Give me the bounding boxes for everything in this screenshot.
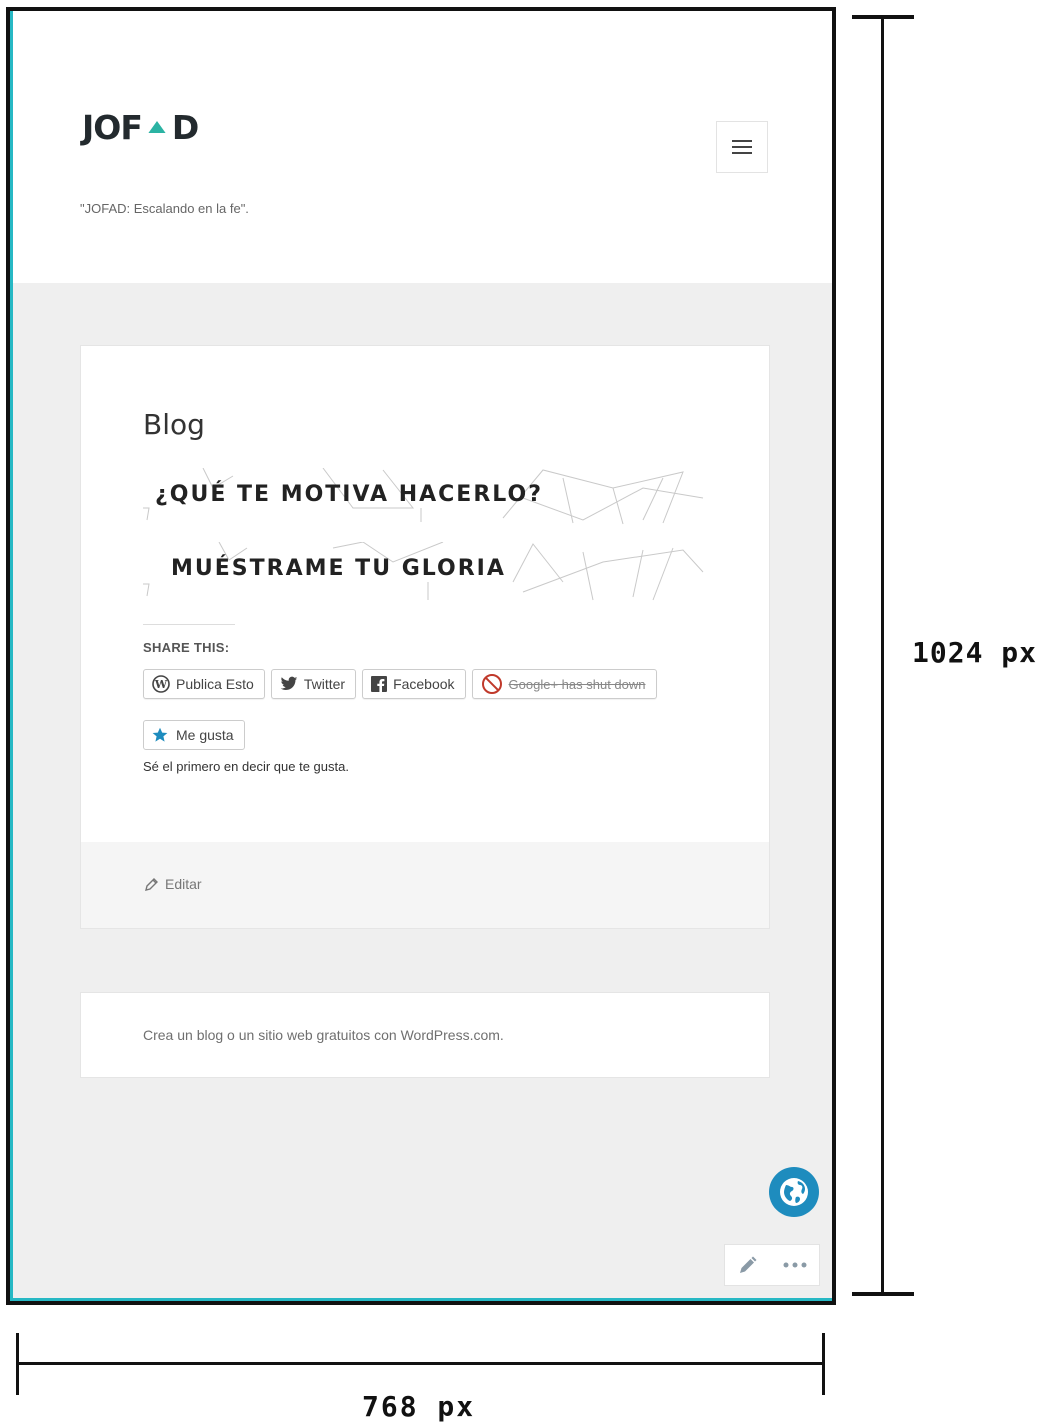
width-dimension-line	[16, 1362, 824, 1365]
pencil-icon	[145, 878, 158, 891]
post-card: Blog ¿QUÉ TE MOTIVA HACERLO? MUÉSTRAME T…	[80, 345, 770, 929]
edit-link[interactable]: Editar	[145, 876, 202, 892]
wordpress-credit-link[interactable]: Crea un blog o un sitio web gratuitos co…	[143, 1027, 504, 1043]
facebook-icon	[371, 676, 388, 692]
hamburger-menu-icon	[732, 140, 752, 154]
like-button[interactable]: Me gusta	[143, 720, 245, 750]
logo-triangle-icon	[144, 112, 170, 142]
motto-banner: ¿QUÉ TE MOTIVA HACERLO?	[143, 468, 713, 530]
height-dimension-line	[881, 17, 884, 1296]
height-dimension-bottom-cap	[852, 1292, 914, 1296]
logo-text-right: D	[171, 107, 199, 147]
svg-text:W: W	[154, 678, 168, 691]
star-icon	[152, 727, 168, 742]
twitter-icon	[280, 676, 298, 690]
floating-action-bar	[724, 1244, 820, 1286]
share-button-label: Facebook	[393, 676, 455, 692]
height-dimension-label: 1024 px	[912, 636, 1038, 669]
share-wordpress-button[interactable]: W Publica Esto	[143, 669, 265, 699]
menu-toggle-button[interactable]	[716, 121, 768, 173]
site-info: Crea un blog o un sitio web gratuitos co…	[80, 992, 770, 1078]
like-note: Sé el primero en decir que te gusta.	[143, 759, 349, 774]
ellipsis-icon[interactable]	[783, 1262, 807, 1268]
globe-icon	[780, 1178, 808, 1206]
site-header: JOF D "JOFAD: Escalando en la fe".	[10, 11, 832, 283]
banner-text: MUÉSTRAME TU GLORIA	[171, 556, 506, 581]
globe-button[interactable]	[769, 1167, 819, 1217]
share-twitter-button[interactable]: Twitter	[270, 669, 357, 699]
share-button-label: Publica Esto	[176, 676, 254, 692]
share-buttons: W Publica Esto Twitter Facebook Google+ …	[143, 669, 657, 699]
motto-banner: MUÉSTRAME TU GLORIA	[143, 542, 713, 604]
prohibited-icon	[481, 674, 502, 694]
width-dimension-label: 768 px	[362, 1390, 476, 1423]
post-footer: Editar	[81, 842, 769, 928]
like-button-label: Me gusta	[176, 727, 234, 743]
wordpress-icon: W	[152, 675, 170, 693]
banner-text: ¿QUÉ TE MOTIVA HACERLO?	[155, 482, 543, 507]
post-title: Blog	[143, 408, 205, 441]
device-frame: JOF D "JOFAD: Escalando en la fe". Blog	[6, 7, 836, 1305]
pencil-icon[interactable]	[738, 1255, 758, 1275]
share-button-label: Twitter	[303, 676, 346, 692]
logo-text-left: JOF	[82, 107, 143, 147]
edit-label: Editar	[165, 876, 202, 892]
share-button-label: Google+ has shut down	[508, 676, 646, 692]
share-divider	[143, 624, 235, 625]
share-facebook-button[interactable]: Facebook	[362, 669, 466, 699]
share-googleplus-button[interactable]: Google+ has shut down	[471, 669, 657, 699]
width-dimension-right-cap	[822, 1333, 825, 1395]
site-tagline: "JOFAD: Escalando en la fe".	[80, 201, 249, 216]
site-logo[interactable]: JOF D	[82, 107, 199, 147]
share-heading: SHARE THIS:	[143, 640, 230, 655]
